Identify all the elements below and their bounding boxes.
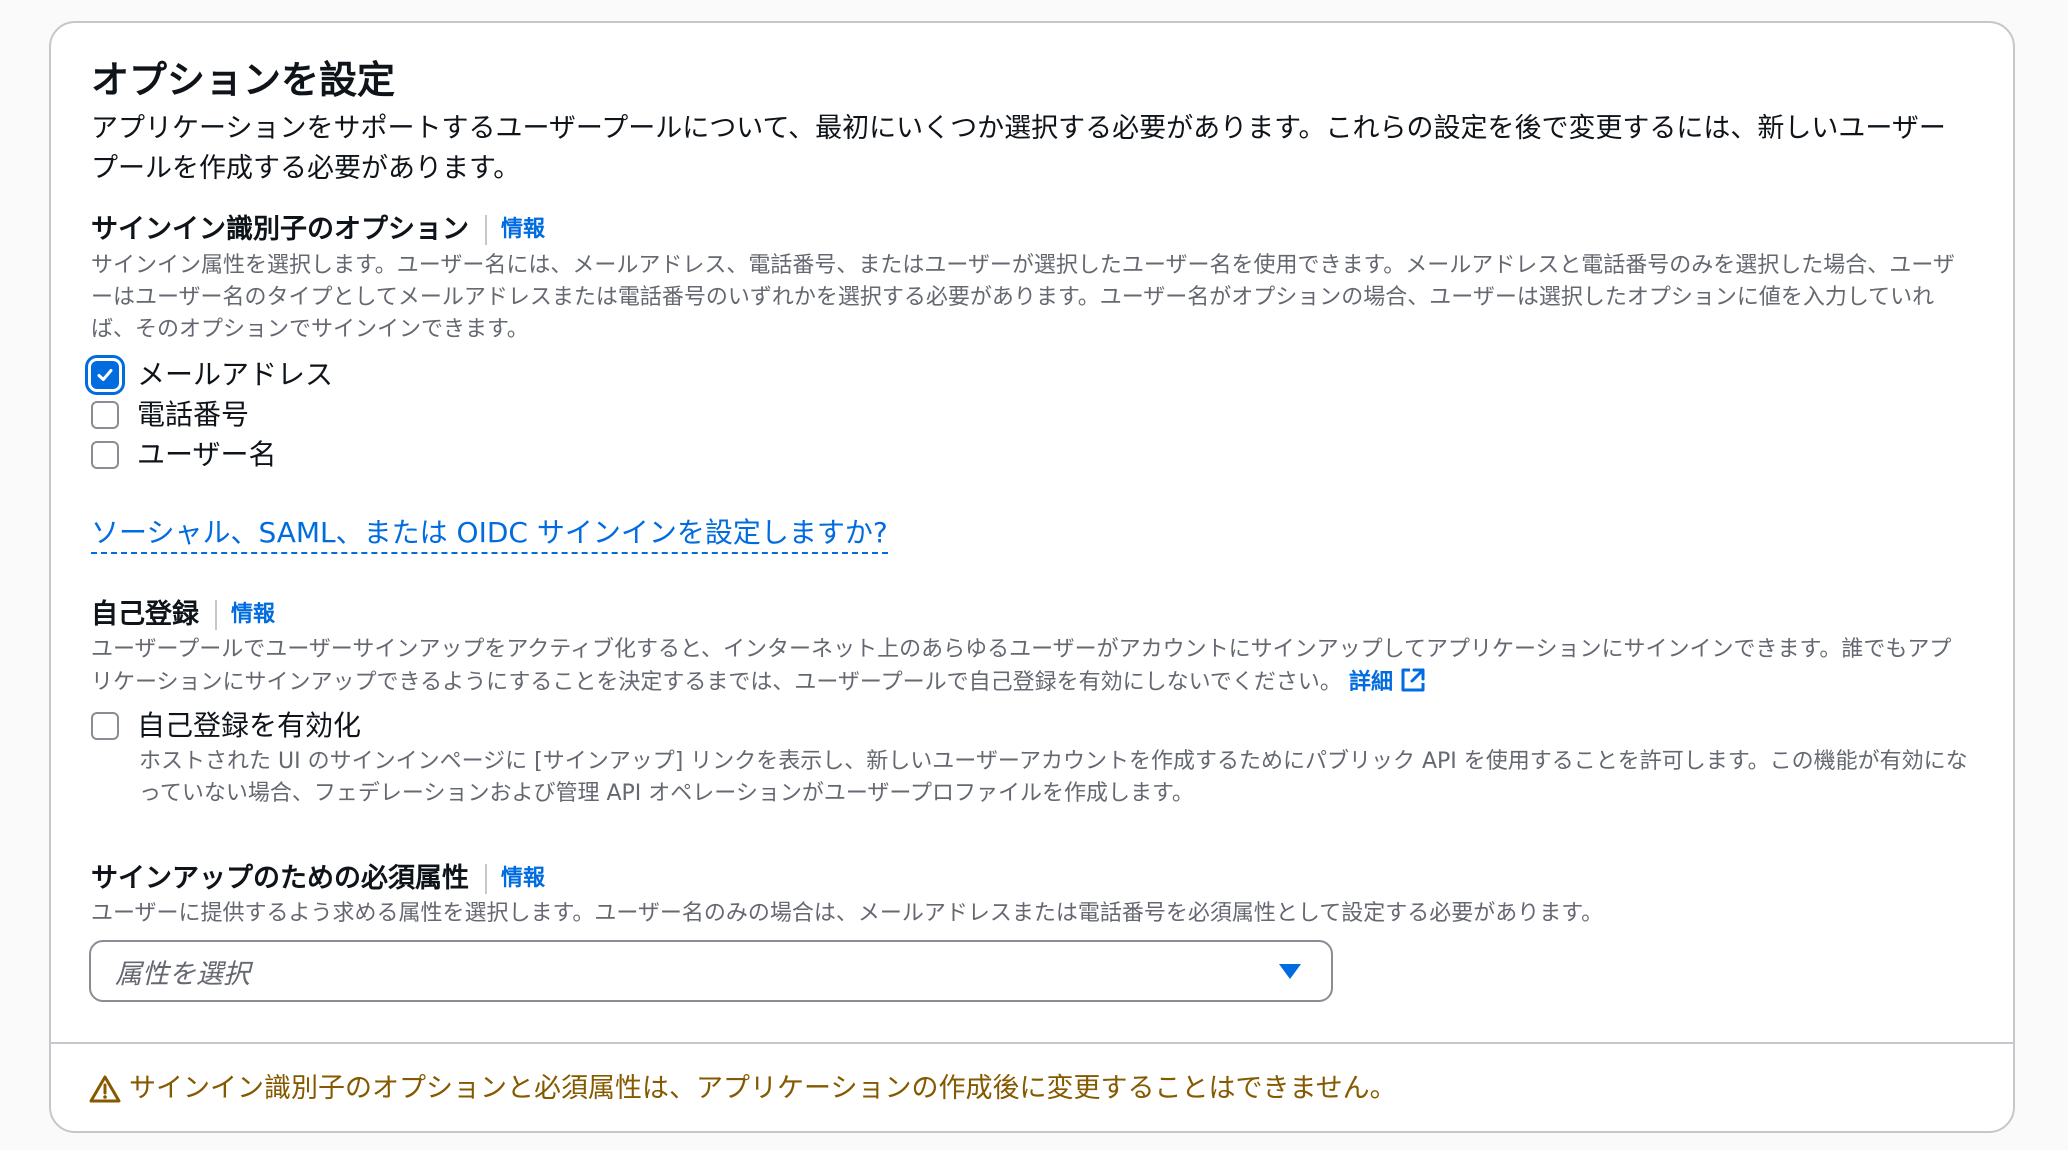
self-registration-checkbox-label: 自己登録を有効化	[137, 709, 362, 742]
header-divider	[485, 215, 487, 245]
email-checkbox[interactable]	[91, 361, 119, 389]
footer-warning: サインイン識別子のオプションと必須属性は、アプリケーションの作成後に変更すること…	[89, 1069, 1397, 1109]
email-option[interactable]: メールアドレス	[88, 355, 333, 395]
username-option-label: ユーザー名	[137, 438, 277, 471]
sign-in-info-link[interactable]: 情報	[501, 212, 545, 248]
required-attributes-label: サインアップのための必須属性	[91, 863, 469, 894]
self-registration-description-text: ユーザープールでユーザーサインアップをアクティブ化すると、インターネット上のあら…	[91, 637, 1952, 695]
federation-setup-link[interactable]: ソーシャル、SAML、または OIDC サインインを設定しますか?	[91, 514, 888, 554]
header-divider	[485, 864, 487, 894]
self-registration-checkbox[interactable]	[91, 712, 119, 740]
warning-icon	[89, 1075, 121, 1103]
self-registration-description: ユーザープールでユーザーサインアップをアクティブ化すると、インターネット上のあら…	[91, 634, 1971, 699]
phone-option-label: 電話番号	[137, 398, 250, 431]
email-option-label: メールアドレス	[137, 358, 334, 391]
phone-option[interactable]: 電話番号	[88, 395, 249, 435]
required-attributes-header: サインアップのための必須属性 情報	[91, 861, 545, 897]
panel-description: アプリケーションをサポートするユーザープールについて、最初にいくつか選択する必要…	[91, 113, 1946, 184]
learn-more-link[interactable]: 詳細	[1348, 668, 1427, 695]
self-registration-checkbox-description: ホストされた UI のサインインページに [サインアップ] リンクを表示し、新し…	[139, 749, 1968, 806]
caret-down-icon	[1279, 963, 1301, 979]
phone-checkbox[interactable]	[91, 401, 119, 429]
self-registration-info-link[interactable]: 情報	[231, 597, 275, 633]
header-divider	[215, 600, 217, 630]
attribute-select-placeholder: 属性を選択	[115, 958, 250, 990]
required-attributes-description: ユーザーに提供するよう求める属性を選択します。ユーザー名のみの場合は、メールアド…	[91, 901, 1604, 926]
external-link-icon	[1401, 668, 1425, 692]
username-checkbox[interactable]	[91, 441, 119, 469]
required-attributes-info-link[interactable]: 情報	[501, 861, 545, 897]
learn-more-label: 詳細	[1348, 670, 1393, 695]
sign-in-label: サインイン識別子のオプション	[91, 214, 469, 245]
self-registration-header: 自己登録 情報	[91, 597, 275, 633]
panel-title: オプションを設定	[91, 58, 396, 102]
sign-in-description: サインイン属性を選択します。ユーザー名には、メールアドレス、電話番号、またはユー…	[91, 253, 1955, 342]
footer-warning-text: サインイン識別子のオプションと必須属性は、アプリケーションの作成後に変更すること…	[129, 1073, 1397, 1104]
checkmark-icon	[97, 369, 113, 381]
attribute-select[interactable]: 属性を選択	[89, 940, 1333, 1002]
enable-self-registration-option[interactable]: 自己登録を有効化	[88, 706, 361, 746]
footer-divider	[49, 1042, 2015, 1044]
self-registration-label: 自己登録	[91, 599, 199, 630]
username-option[interactable]: ユーザー名	[88, 435, 276, 475]
sign-in-section-header: サインイン識別子のオプション 情報	[91, 212, 545, 248]
